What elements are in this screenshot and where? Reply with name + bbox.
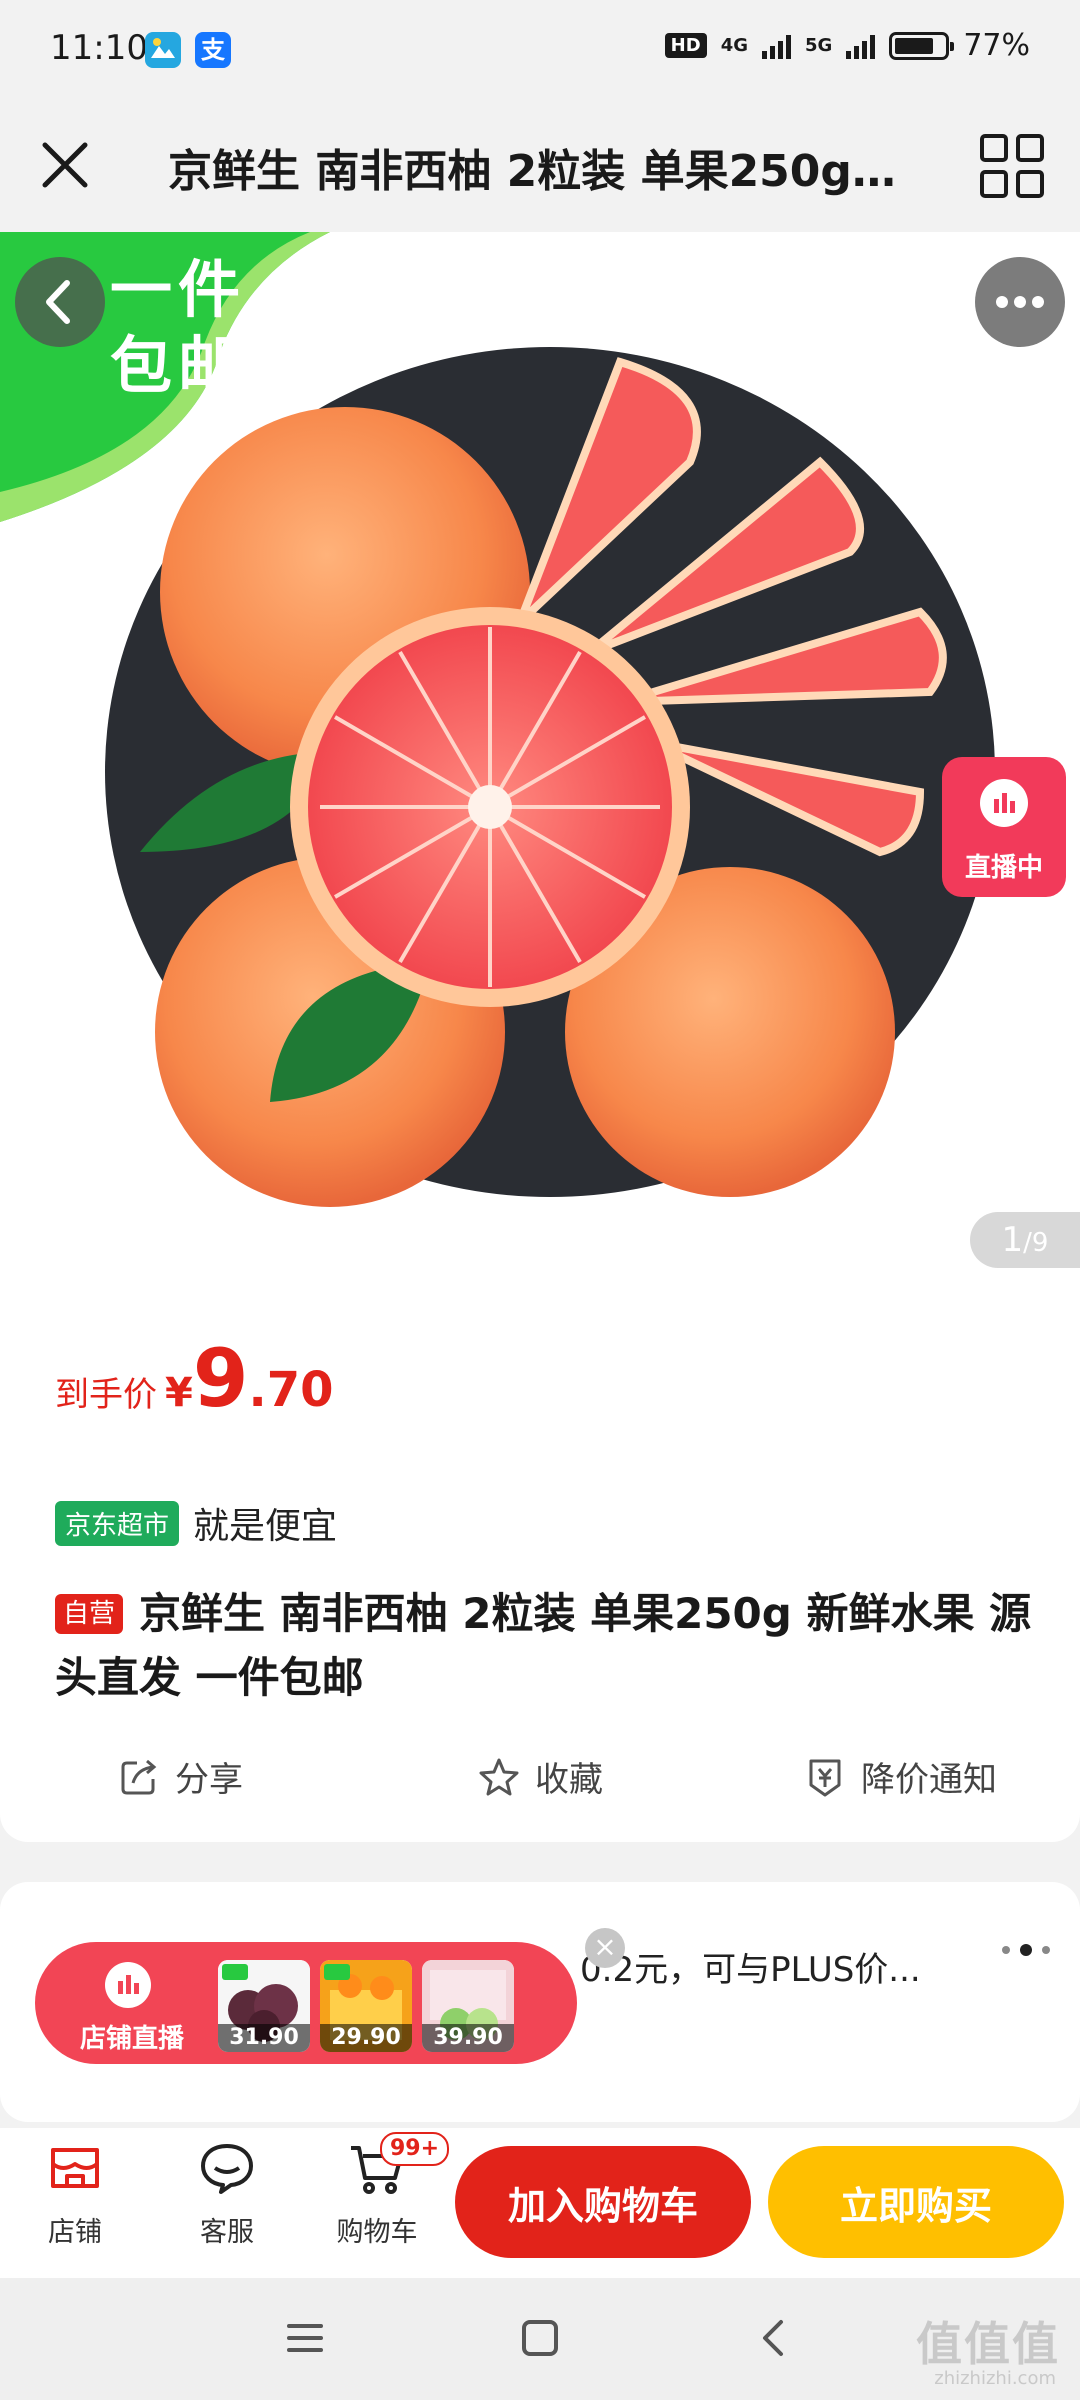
self-operated-tag: 自营	[55, 1594, 124, 1634]
more-button[interactable]	[975, 257, 1065, 347]
star-icon	[479, 1758, 519, 1795]
price-integer: 9	[192, 1332, 249, 1425]
price-label: 到手价	[55, 1375, 157, 1415]
product-title: 自营 京鲜生 南非西柚 2粒装 单果250g 新鲜水果 源头直发 一件包邮	[55, 1582, 1035, 1710]
system-navigation-bar: 值值值 zhizhizhi.com	[0, 2278, 1080, 2400]
live-streaming-button[interactable]: 直播中	[942, 757, 1066, 897]
live-product-price: 31.90	[218, 2024, 310, 2052]
price-row: 到手价 ¥ 9 .70	[55, 1332, 334, 1425]
service-label: 客服	[200, 2217, 254, 2248]
home-icon[interactable]	[510, 2308, 570, 2368]
shop-button[interactable]: 店铺	[20, 2138, 130, 2249]
live-product-thumb[interactable]: 29.90	[320, 1960, 412, 2052]
store-live-label: 店铺直播	[80, 2024, 185, 2054]
network-4g-label: 4G	[720, 35, 748, 56]
price-alert-label: 降价通知	[861, 1760, 997, 1800]
promotion-text: 0.2元，可与PLUS价...	[580, 1950, 921, 1990]
cart-count-badge: 99+	[380, 2132, 450, 2166]
title-bar: 京鲜生 南非西柚 2粒装 单果250g 新鲜水果 源头直发 一件包邮	[0, 100, 1080, 230]
live-product-thumb[interactable]: 31.90	[218, 1960, 310, 2052]
favorite-label: 收藏	[535, 1760, 603, 1800]
back-icon[interactable]	[745, 2308, 805, 2368]
live-product-thumb[interactable]: 39.90	[422, 1960, 514, 2052]
price-alert-button[interactable]: 降价通知	[720, 1752, 1080, 1801]
signal-icon-2	[846, 33, 876, 59]
chat-icon	[201, 2144, 253, 2194]
watermark-logo: 值值值	[916, 2317, 1060, 2371]
product-image-carousel[interactable]: 一件包邮 直播中 1/9	[0, 232, 1080, 1272]
share-button[interactable]: 分享	[0, 1752, 360, 1801]
image-counter-current: 1	[1001, 1220, 1024, 1260]
live-product-price: 39.90	[422, 2024, 514, 2052]
more-dots-icon	[996, 296, 1044, 308]
back-button[interactable]	[15, 257, 105, 347]
watermark-url: zhizhizhi.com	[934, 2368, 1056, 2389]
page-title: 京鲜生 南非西柚 2粒装 单果250g 新鲜水果 源头直发 一件包邮	[168, 146, 898, 197]
menu-icon[interactable]	[275, 2308, 335, 2368]
battery-percent: 77%	[963, 28, 1030, 63]
store-live-widget[interactable]: 店铺直播 31.90 29.90 39.90	[35, 1942, 577, 2064]
alipay-notification-icon: 支	[195, 32, 231, 68]
live-product-price: 29.90	[320, 2024, 412, 2052]
free-shipping-text: 一件包邮	[110, 253, 247, 402]
favorite-button[interactable]: 收藏	[360, 1752, 720, 1801]
battery-icon	[889, 31, 955, 60]
product-title-text: 京鲜生 南非西柚 2粒装 单果250g 新鲜水果 源头直发 一件包邮	[55, 1589, 1032, 1702]
image-counter-total: /9	[1023, 1228, 1049, 1258]
price-currency: ¥	[165, 1370, 193, 1416]
jd-supermarket-tag: 京东超市	[55, 1500, 180, 1546]
cart-label: 购物车	[336, 2217, 418, 2248]
live-icon	[980, 779, 1028, 827]
live-label: 直播中	[964, 853, 1043, 883]
shop-icon	[51, 2148, 99, 2188]
status-indicators: HD 4G 5G 77%	[664, 28, 1030, 63]
price-tag-icon	[809, 1759, 841, 1796]
customer-service-button[interactable]: 客服	[172, 2138, 282, 2249]
store-slogan: 就是便宜	[193, 1506, 338, 1547]
store-row[interactable]: 京东超市 就是便宜	[55, 1497, 337, 1549]
chevron-left-icon	[46, 280, 70, 324]
share-icon	[121, 1759, 157, 1794]
grid-menu-icon[interactable]	[974, 128, 1050, 204]
store-live-icon	[105, 1962, 151, 2008]
bottom-action-bar: 店铺 客服 购物车 99+ 加入购物车 立即购买	[0, 2128, 1080, 2278]
hd-icon: HD	[664, 33, 707, 58]
app-notification-icon	[145, 32, 181, 68]
signal-icon	[762, 33, 791, 59]
network-5g-label: 5G	[805, 35, 833, 56]
status-bar: 11:10 支 HD 4G 5G 77%	[0, 0, 1080, 100]
product-info-card: 到手价 ¥ 9 .70 京东超市 就是便宜 自营 京鲜生 南非西柚 2粒装 单果2…	[0, 1272, 1080, 1842]
shop-label: 店铺	[48, 2217, 102, 2248]
close-icon[interactable]	[30, 130, 100, 200]
image-counter: 1/9	[970, 1212, 1080, 1268]
add-to-cart-button[interactable]: 加入购物车	[455, 2146, 751, 2258]
close-live-widget-button[interactable]: ×	[585, 1928, 625, 1968]
price-decimal: .70	[248, 1362, 334, 1418]
product-actions: 分享 收藏 降价通知	[0, 1752, 1080, 1801]
share-label: 分享	[175, 1760, 243, 1800]
buy-now-button[interactable]: 立即购买	[768, 2146, 1064, 2258]
status-time: 11:10	[50, 28, 148, 68]
promotion-pager	[1002, 1944, 1050, 1956]
cart-button[interactable]: 购物车 99+	[322, 2132, 450, 2249]
